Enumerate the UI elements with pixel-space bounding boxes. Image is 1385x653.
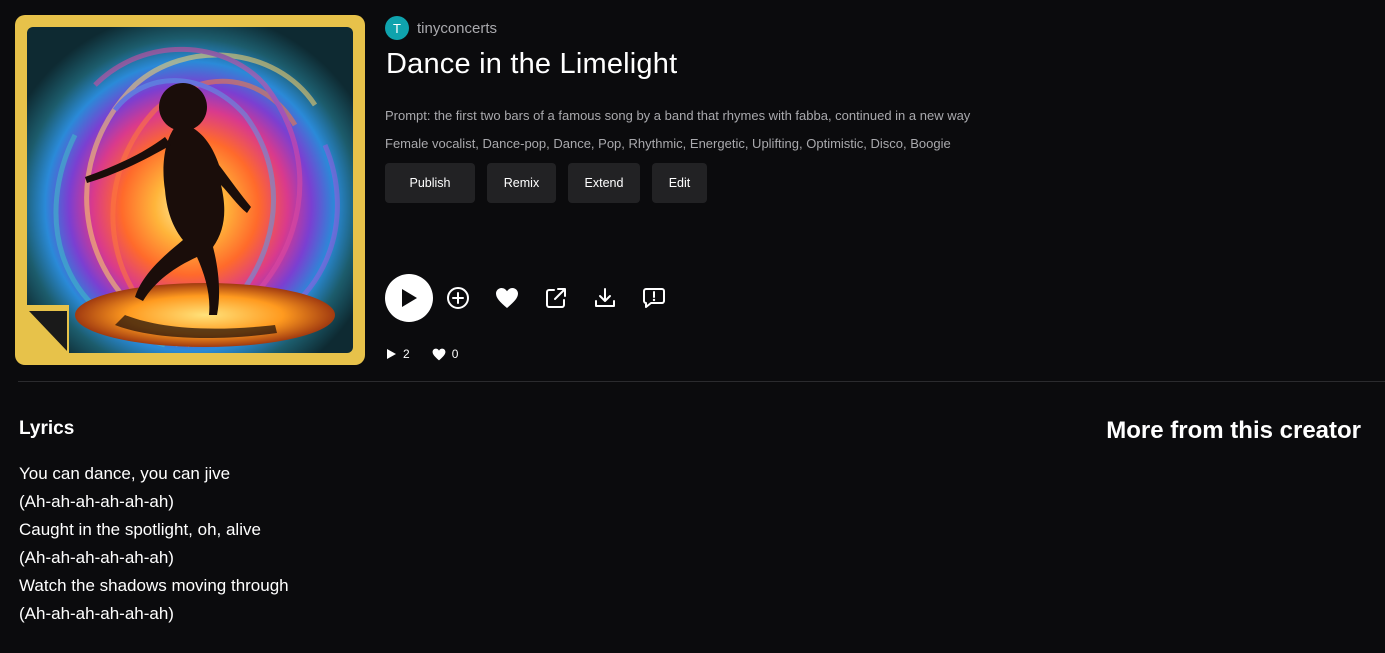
report-button[interactable]	[641, 285, 667, 311]
remix-button[interactable]: Remix	[487, 163, 556, 203]
comment-icon	[643, 288, 665, 308]
edit-button[interactable]: Edit	[652, 163, 707, 203]
song-stats: 2 0	[385, 347, 458, 361]
download-button[interactable]	[592, 285, 618, 311]
extend-button[interactable]: Extend	[568, 163, 640, 203]
cover-art[interactable]	[15, 15, 365, 365]
creator-link[interactable]: T tinyconcerts	[385, 16, 497, 40]
lyrics-line: Caught in the spotlight, oh, alive	[19, 520, 261, 539]
play-count: 2	[403, 347, 410, 361]
lyrics-line: Watch the shadows moving through	[19, 576, 289, 595]
play-count-icon	[387, 349, 396, 359]
song-tags: Female vocalist, Dance-pop, Dance, Pop, …	[385, 136, 951, 151]
add-circle-icon	[447, 287, 469, 309]
like-button[interactable]	[494, 285, 520, 311]
lyrics-line: (Ah-ah-ah-ah-ah-ah)	[19, 548, 174, 567]
download-icon	[595, 288, 615, 307]
lyrics-heading: Lyrics	[19, 418, 75, 439]
lyrics-line: (Ah-ah-ah-ah-ah-ah)	[19, 604, 174, 623]
like-count-icon	[432, 348, 446, 360]
creator-name[interactable]: tinyconcerts	[417, 20, 497, 37]
song-title: Dance in the Limelight	[386, 48, 678, 80]
song-actions: Publish Remix Extend Edit	[385, 163, 707, 203]
like-count: 0	[451, 347, 459, 361]
divider	[18, 381, 1385, 382]
cover-art-image	[27, 27, 353, 353]
share-button[interactable]	[543, 285, 569, 311]
song-prompt: Prompt: the first two bars of a famous s…	[385, 108, 971, 123]
heart-icon	[496, 288, 518, 308]
publish-button[interactable]: Publish	[385, 163, 475, 203]
play-button[interactable]	[385, 274, 433, 322]
share-external-icon	[546, 288, 566, 308]
avatar: T	[385, 16, 409, 40]
lyrics-line: You can dance, you can jive	[19, 464, 231, 483]
player-controls	[385, 274, 690, 322]
play-icon	[402, 289, 417, 307]
more-from-creator-heading: More from this creator	[1106, 417, 1361, 444]
add-to-playlist-button[interactable]	[445, 285, 471, 311]
lyrics-line: (Ah-ah-ah-ah-ah-ah)	[19, 492, 174, 511]
song-page: T tinyconcerts Dance in the Limelight Pr…	[0, 0, 1385, 653]
lyrics-list: You can dance, you can jive (Ah-ah-ah-ah…	[19, 460, 289, 628]
